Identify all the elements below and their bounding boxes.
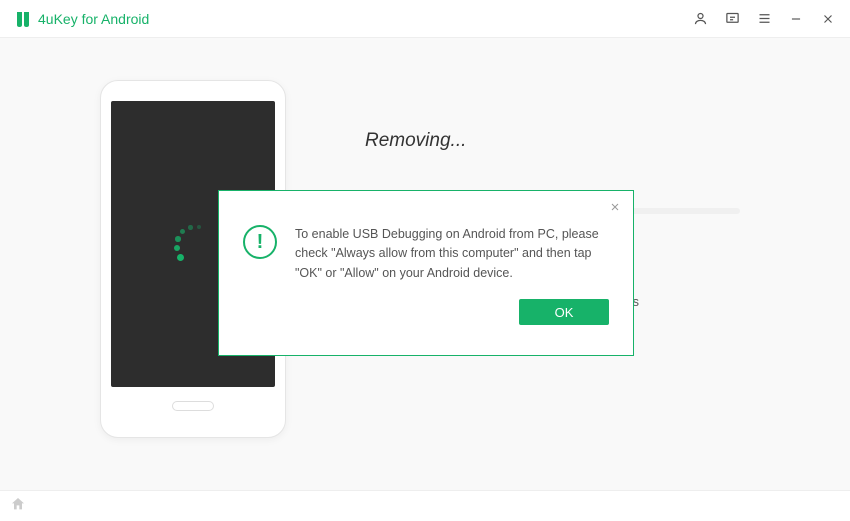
titlebar-controls	[692, 11, 836, 27]
app-title: 4uKey for Android	[38, 11, 149, 27]
close-icon[interactable]	[820, 11, 836, 27]
usb-debugging-dialog: ! To enable USB Debugging on Android fro…	[218, 190, 634, 356]
account-icon[interactable]	[692, 11, 708, 27]
minimize-icon[interactable]	[788, 11, 804, 27]
spinner-icon	[173, 224, 213, 264]
feedback-icon[interactable]	[724, 11, 740, 27]
logo-icon	[14, 10, 32, 28]
warning-icon: !	[243, 225, 277, 259]
dialog-message: To enable USB Debugging on Android from …	[295, 225, 611, 283]
status-text: Removing...	[365, 130, 466, 152]
menu-icon[interactable]	[756, 11, 772, 27]
dialog-close-button[interactable]	[607, 199, 623, 215]
titlebar: 4uKey for Android	[0, 0, 850, 38]
main-content: Removing... Please do not disconnect you…	[0, 38, 850, 490]
home-icon[interactable]	[10, 496, 26, 517]
ok-button[interactable]: OK	[519, 299, 609, 325]
phone-home-button	[172, 401, 214, 411]
app-logo: 4uKey for Android	[14, 10, 149, 28]
bottombar	[0, 490, 850, 521]
